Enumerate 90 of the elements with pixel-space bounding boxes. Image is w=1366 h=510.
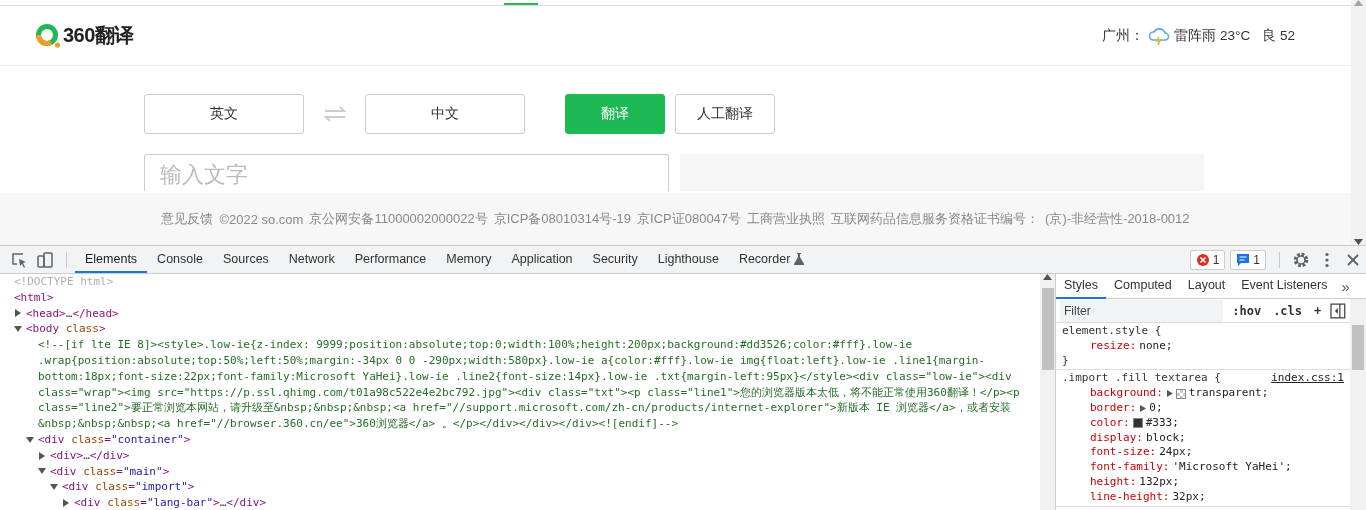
scrollbar[interactable] bbox=[1351, 0, 1366, 245]
inspect-icon[interactable] bbox=[10, 250, 28, 269]
devtools-tab[interactable]: Console bbox=[147, 246, 213, 273]
css-selector: element.style { bbox=[1062, 324, 1162, 339]
devtools-tab[interactable]: Security bbox=[582, 246, 648, 273]
css-property: border: bbox=[1090, 401, 1137, 416]
input-field[interactable]: 输入文字 bbox=[144, 154, 669, 191]
dom-node[interactable]: <div class="lang-bar">…</div> bbox=[74, 495, 287, 510]
human-translation-button[interactable]: 人工翻译 bbox=[675, 94, 775, 134]
devtools-tab[interactable]: Memory bbox=[436, 246, 502, 273]
scrollbar[interactable] bbox=[1040, 274, 1056, 510]
dom-node[interactable]: <html> bbox=[14, 289, 74, 306]
triangle-right-icon[interactable] bbox=[62, 499, 70, 508]
css-value: none; bbox=[1139, 338, 1173, 354]
logo-text[interactable]: 360翻译 bbox=[63, 22, 134, 49]
css-property: line-height: bbox=[1090, 489, 1170, 505]
css-value: 132px; bbox=[1139, 474, 1180, 490]
target-language-button[interactable]: 中文 bbox=[365, 94, 525, 134]
footer-link[interactable]: (京)-非经营性-2018-0012 bbox=[1045, 210, 1190, 228]
more-tabs-button[interactable]: » bbox=[1335, 277, 1356, 295]
css-property: font-size: bbox=[1090, 445, 1157, 461]
triangle-down-icon[interactable] bbox=[38, 467, 46, 476]
css-selector: .import .fill textarea { bbox=[1062, 371, 1221, 387]
scrollbar[interactable] bbox=[1350, 299, 1366, 510]
error-counter[interactable]: 1 bbox=[1189, 249, 1226, 270]
closing-brace: } bbox=[1062, 353, 1070, 369]
sidebar-tab[interactable]: Event Listeners bbox=[1233, 274, 1336, 299]
weather-condition: 雷阵雨 23°C bbox=[1174, 26, 1251, 45]
css-value: #333; bbox=[1145, 415, 1179, 431]
flask-icon bbox=[794, 252, 805, 265]
source-link[interactable]: index.css:1 bbox=[1271, 371, 1344, 387]
devtools-tab[interactable]: Recorder bbox=[728, 246, 815, 273]
logo-icon[interactable] bbox=[35, 22, 61, 49]
filter-toolbar-button[interactable]: .cls bbox=[1270, 303, 1306, 318]
dom-node[interactable]: <div class="container"> bbox=[38, 431, 211, 448]
devtools-tab[interactable]: Lighthouse bbox=[647, 246, 729, 273]
triangle-right-icon[interactable] bbox=[38, 451, 46, 460]
source-language-button[interactable]: 英文 bbox=[144, 94, 304, 134]
css-property: resize: bbox=[1090, 338, 1137, 354]
message-icon bbox=[1236, 252, 1251, 267]
air-quality: 良 52 bbox=[1262, 26, 1295, 45]
triangle-down-icon[interactable] bbox=[26, 435, 34, 444]
devtools-tab[interactable]: Sources bbox=[213, 246, 279, 273]
css-value: block; bbox=[1146, 430, 1186, 446]
sidebar-tab[interactable]: Computed bbox=[1106, 274, 1180, 299]
dom-node[interactable]: <head>…</head> bbox=[26, 305, 139, 322]
css-value: 0; bbox=[1149, 401, 1163, 416]
css-value: 24px; bbox=[1159, 445, 1193, 461]
sidebar-tab[interactable]: Styles bbox=[1056, 274, 1107, 299]
sidebar-toggle-icon[interactable] bbox=[1330, 302, 1346, 319]
scrollbar-thumb[interactable] bbox=[1352, 325, 1364, 370]
footer-link[interactable]: 工商营业执照 bbox=[747, 210, 826, 228]
html-comment[interactable]: <!--[if lte IE 8]><style>.low-ie{z-index: 9999;position:absolute;top:0;width:100%;height:200px;background:#dd3526;color:#fff}.low-ie .wrap{position:absolute;top:50%;left:50%;margin:-34px 0 0 -290px;width:580px}.low-ie a{color:#fff}.low-ie img{float:left}.low-ie .line1{margin-bottom:18px;font-size:22px;font-family:Microsoft YaHei}.low-ie .line2{font-size:14px}.low-ie .txt{margin-left:95px}</style><div class="low-ie"><div class="wrap"><img src="https://p.ssl.qhimg.com/t01a98c522e4e2bc792.jpg"><div class="txt"><p class="line1">您的浏览器版本太低，将不能正常使用360翻译！</p><p class="line2">要正常浏览本网站，请升级至&nbsp;&nbsp;&nbsp;<a href="//support.microsoft.com/zh-cn/products/internet-explorer">新版本 IE 浏览器</a>，或者安装&nbsp;&nbsp;&nbsp;<a href="//browser.360.cn/ee">360浏览器</a> 。</p></div></div></div><![endif]--> bbox=[38, 337, 1040, 432]
sidebar-tab[interactable]: Layout bbox=[1179, 274, 1234, 299]
footer-link[interactable]: 互联网药品信息服务资格证书编号： bbox=[831, 210, 1040, 228]
error-icon bbox=[1195, 252, 1210, 267]
css-property: display: bbox=[1090, 430, 1143, 446]
dom-node[interactable]: <div class="main"> bbox=[50, 463, 190, 480]
filter-toolbar-button[interactable]: :hov bbox=[1229, 303, 1265, 318]
triangle-down-icon[interactable] bbox=[14, 325, 22, 334]
triangle-right-icon[interactable] bbox=[1139, 404, 1147, 412]
triangle-right-icon[interactable] bbox=[1165, 390, 1173, 398]
weather-icon bbox=[1148, 25, 1171, 46]
settings-icon[interactable] bbox=[1292, 250, 1310, 269]
triangle-right-icon[interactable] bbox=[14, 309, 22, 318]
color-swatch[interactable] bbox=[1175, 388, 1186, 399]
message-counter[interactable]: 1 bbox=[1230, 249, 1266, 270]
active-indicator bbox=[504, 3, 538, 5]
device-toolbar-icon[interactable] bbox=[36, 250, 54, 269]
weather-city: 广州： bbox=[1102, 26, 1145, 45]
dom-node[interactable]: <div>…</div> bbox=[50, 447, 150, 464]
css-property: font-family: bbox=[1090, 460, 1170, 475]
css-value: transparent; bbox=[1188, 386, 1269, 401]
devtools-tab[interactable]: Elements bbox=[75, 246, 148, 273]
css-property: color: bbox=[1090, 415, 1130, 431]
filter-field[interactable]: Filter bbox=[1060, 299, 1224, 322]
css-property: height: bbox=[1090, 474, 1137, 490]
footer-link[interactable]: 意见反馈 bbox=[161, 210, 214, 228]
dom-node[interactable]: <div class="import"> bbox=[62, 479, 215, 496]
css-value: 32px; bbox=[1172, 489, 1206, 505]
triangle-down-icon[interactable] bbox=[50, 483, 58, 492]
devtools-tab[interactable]: Performance bbox=[344, 246, 437, 273]
color-swatch[interactable] bbox=[1132, 418, 1143, 429]
devtools-tab[interactable]: Network bbox=[278, 246, 345, 273]
css-property: background: bbox=[1090, 386, 1163, 401]
dom-node[interactable]: <body class> bbox=[26, 321, 126, 338]
filter-toolbar-button[interactable]: + bbox=[1311, 303, 1325, 318]
scrollbar-thumb[interactable] bbox=[1041, 288, 1054, 370]
devtools-tab[interactable]: Application bbox=[501, 246, 583, 273]
css-value: 'Microsoft YaHei'; bbox=[1172, 460, 1292, 475]
